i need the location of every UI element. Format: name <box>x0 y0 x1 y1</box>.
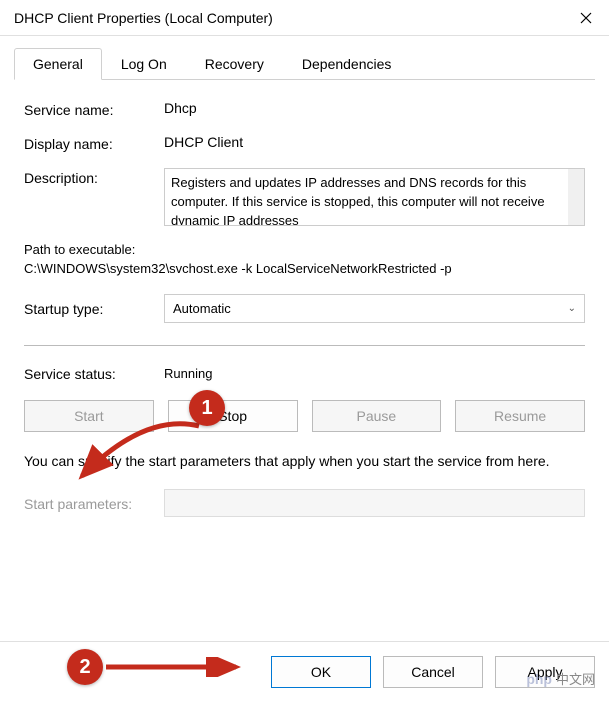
divider <box>24 345 585 346</box>
watermark-text: 中文网 <box>556 669 595 688</box>
titlebar: DHCP Client Properties (Local Computer) <box>0 0 609 36</box>
service-status-value: Running <box>164 366 212 381</box>
executable-path-value: C:\WINDOWS\system32\svchost.exe -k Local… <box>24 261 585 276</box>
description-row: Description: Registers and updates IP ad… <box>24 168 585 226</box>
tab-logon[interactable]: Log On <box>102 48 186 79</box>
description-textbox[interactable]: Registers and updates IP addresses and D… <box>164 168 585 226</box>
start-parameters-label: Start parameters: <box>24 494 164 512</box>
annotation-arrow-2 <box>104 657 244 677</box>
start-parameters-input <box>164 489 585 517</box>
display-name-label: Display name: <box>24 134 164 152</box>
service-name-value: Dhcp <box>164 100 585 116</box>
startup-type-value: Automatic <box>173 301 231 316</box>
startup-type-dropdown[interactable]: Automatic ⌄ <box>164 294 585 323</box>
display-name-value: DHCP Client <box>164 134 585 150</box>
service-name-row: Service name: Dhcp <box>24 100 585 118</box>
tab-recovery[interactable]: Recovery <box>186 48 283 79</box>
service-status-row: Service status: Running <box>24 364 585 382</box>
description-scrollbar[interactable] <box>568 169 584 225</box>
display-name-row: Display name: DHCP Client <box>24 134 585 152</box>
startup-type-row: Startup type: Automatic ⌄ <box>24 294 585 323</box>
close-icon <box>580 12 592 24</box>
close-button[interactable] <box>563 0 609 36</box>
window-title: DHCP Client Properties (Local Computer) <box>14 10 563 26</box>
startup-type-label: Startup type: <box>24 301 164 317</box>
tab-general[interactable]: General <box>14 48 102 80</box>
annotation-badge-1: 1 <box>189 390 225 426</box>
service-status-label: Service status: <box>24 364 164 382</box>
pause-button: Pause <box>312 400 442 432</box>
watermark-brand: php <box>526 671 552 687</box>
chevron-down-icon: ⌄ <box>568 303 576 314</box>
properties-dialog: DHCP Client Properties (Local Computer) … <box>0 0 609 702</box>
tab-dependencies[interactable]: Dependencies <box>283 48 411 79</box>
cancel-button[interactable]: Cancel <box>383 656 483 688</box>
description-label: Description: <box>24 168 164 186</box>
executable-path-section: Path to executable: C:\WINDOWS\system32\… <box>24 242 585 276</box>
annotation-arrow-1 <box>74 418 204 484</box>
dialog-content: General Log On Recovery Dependencies Ser… <box>0 36 609 641</box>
description-value: Registers and updates IP addresses and D… <box>171 175 545 226</box>
executable-path-label: Path to executable: <box>24 242 585 257</box>
watermark: php 中文网 <box>526 669 595 688</box>
ok-button[interactable]: OK <box>271 656 371 688</box>
annotation-badge-2: 2 <box>67 649 103 685</box>
general-pane: Service name: Dhcp Display name: DHCP Cl… <box>14 80 595 537</box>
service-name-label: Service name: <box>24 100 164 118</box>
tab-strip: General Log On Recovery Dependencies <box>14 48 595 80</box>
resume-button: Resume <box>455 400 585 432</box>
start-parameters-row: Start parameters: <box>24 489 585 517</box>
